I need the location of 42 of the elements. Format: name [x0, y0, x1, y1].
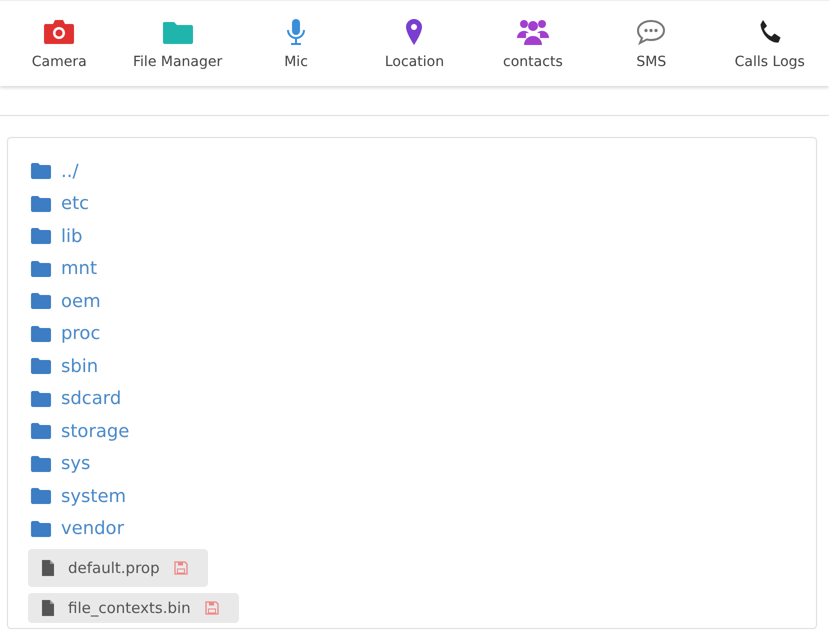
folder-link[interactable]: proc	[61, 323, 100, 344]
group-icon	[516, 18, 549, 46]
file-item[interactable]: default.prop	[28, 549, 208, 587]
folder-link[interactable]: oem	[61, 290, 101, 312]
folder-icon	[31, 520, 51, 537]
file-name: file_contexts.bin	[68, 599, 191, 617]
nav-tab[interactable]: Camera	[0, 1, 118, 86]
folder-icon	[31, 196, 51, 212]
save-icon[interactable]	[204, 601, 219, 615]
file-item[interactable]: file_contexts.bin	[28, 593, 239, 623]
folder-icon	[31, 293, 51, 310]
folder-icon	[31, 358, 51, 374]
folder-link[interactable]: sbin	[61, 356, 98, 377]
folder-icon	[31, 260, 51, 277]
nav-tab[interactable]: File Manager	[118, 1, 237, 86]
folder-icon	[31, 423, 51, 440]
folder-link[interactable]: storage	[61, 420, 130, 442]
folder-icon	[31, 326, 51, 342]
save-icon[interactable]	[174, 561, 188, 575]
folder-link[interactable]: sdcard	[61, 388, 122, 410]
folder-link[interactable]: mnt	[61, 258, 97, 280]
folder-link[interactable]: vendor	[61, 518, 124, 540]
file-icon	[42, 560, 54, 576]
folder-icon	[31, 163, 51, 180]
folder-link[interactable]: lib	[61, 226, 82, 247]
nav-tab[interactable]: Mic	[236, 1, 356, 86]
nav-tab[interactable]: Calls Logs	[710, 1, 829, 86]
file-icon	[42, 600, 54, 616]
chat-bubble-icon	[635, 18, 668, 46]
folder-icon	[31, 456, 51, 472]
folder-icon	[31, 228, 51, 244]
file-name: default.prop	[68, 559, 160, 577]
folder-icon	[31, 488, 51, 504]
nav-tab[interactable]: Location	[355, 1, 474, 86]
folder-link[interactable]: system	[61, 486, 126, 507]
nav-tab[interactable]: SMS	[592, 1, 711, 86]
folder-link[interactable]: sys	[61, 453, 90, 474]
folder-link[interactable]: ../	[61, 160, 79, 182]
folder-icon	[31, 390, 51, 407]
camera-icon	[43, 18, 76, 46]
folder-link[interactable]: etc	[61, 193, 90, 214]
nav-tab[interactable]: contacts	[474, 1, 592, 86]
